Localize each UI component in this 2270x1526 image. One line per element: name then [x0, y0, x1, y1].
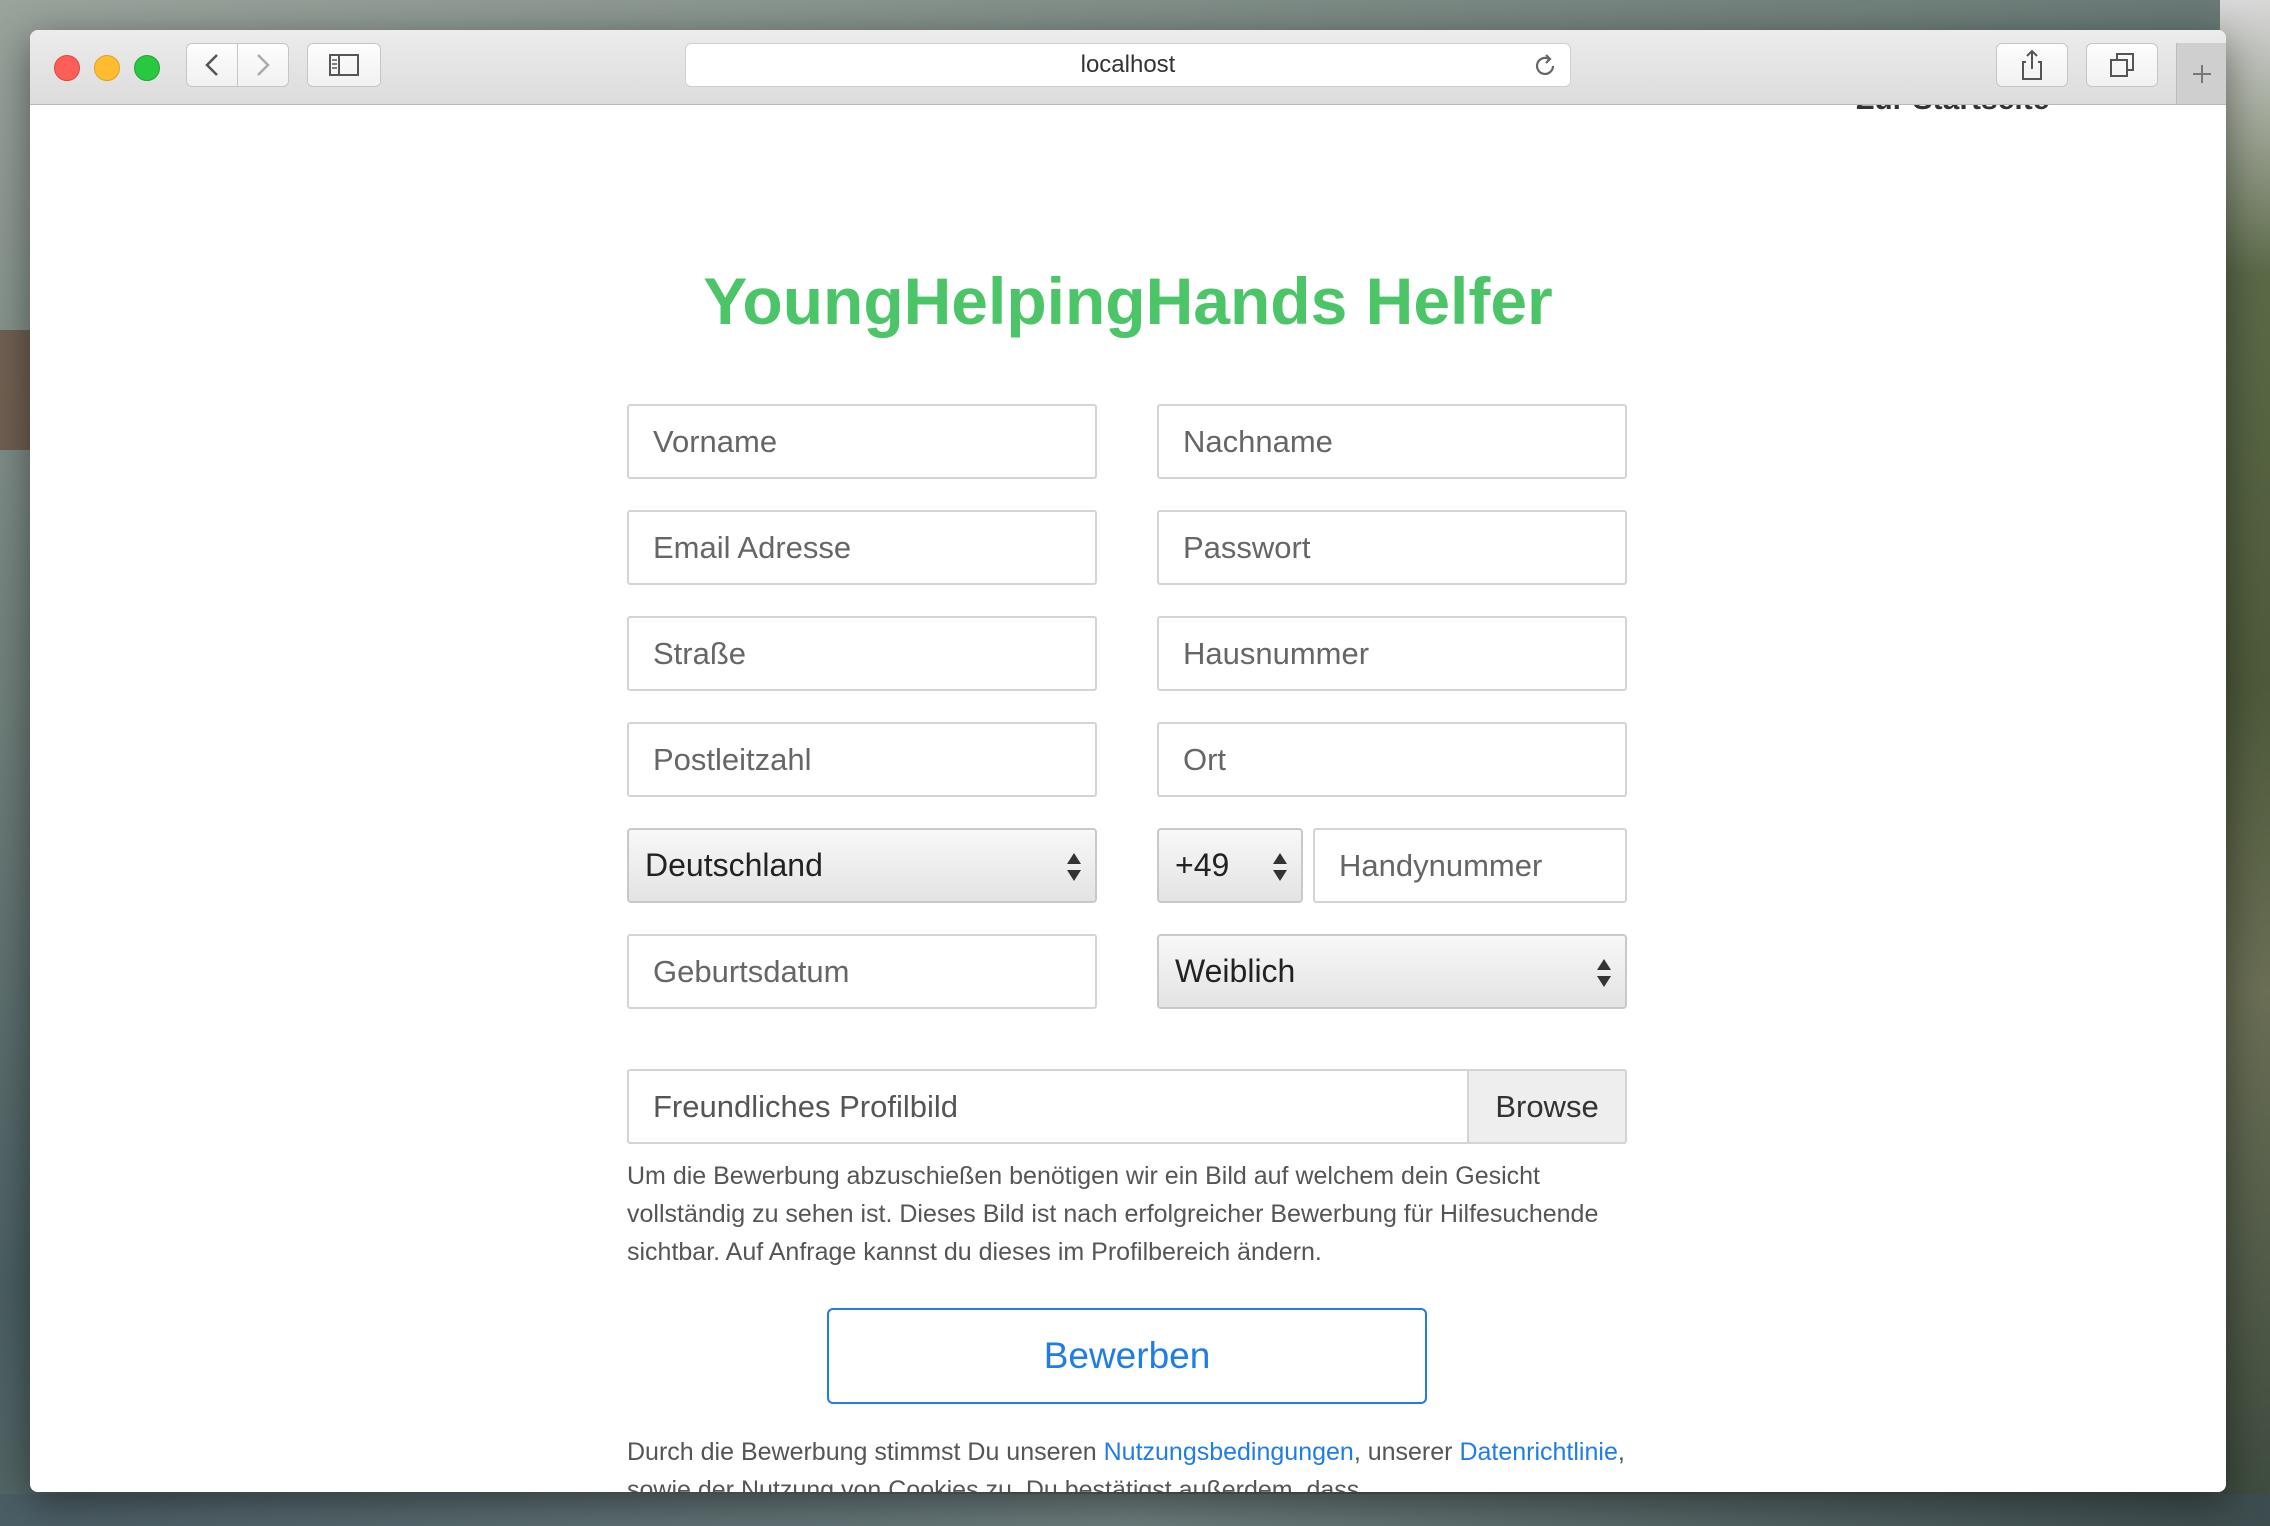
- forward-button[interactable]: [237, 43, 289, 87]
- terms-text-part1: Durch die Bewerbung stimmst Du unseren: [627, 1438, 1104, 1466]
- city-field[interactable]: [1157, 722, 1627, 797]
- back-button[interactable]: [186, 43, 238, 87]
- page-title: YoungHelpingHands Helfer: [703, 264, 1553, 338]
- password-field[interactable]: [1157, 510, 1627, 585]
- browse-button[interactable]: Browse: [1467, 1071, 1625, 1142]
- new-tab-button[interactable]: [2176, 43, 2226, 104]
- gender-select[interactable]: Weiblich: [1157, 934, 1627, 1009]
- select-arrows-icon: [1273, 853, 1287, 881]
- street-field[interactable]: [627, 616, 1097, 691]
- nachname-field[interactable]: [1157, 404, 1627, 479]
- phone-prefix-value: +49: [1175, 847, 1230, 883]
- plus-icon: [2193, 64, 2211, 83]
- profile-picture-upload[interactable]: Freundliches Profilbild Browse: [627, 1069, 1627, 1144]
- apply-button[interactable]: Bewerben: [827, 1308, 1427, 1404]
- sidebar-toggle-button[interactable]: [307, 43, 381, 87]
- address-text: localhost: [1080, 51, 1176, 78]
- country-select-value: Deutschland: [645, 847, 823, 883]
- close-window-button[interactable]: [54, 55, 80, 81]
- postal-code-field[interactable]: [627, 722, 1097, 797]
- sidebar-icon: [329, 54, 359, 76]
- browser-window: localhost Zur St: [30, 30, 2226, 1492]
- terms-text-part2: , unserer: [1353, 1438, 1460, 1466]
- country-select[interactable]: Deutschland: [627, 828, 1097, 903]
- show-tabs-button[interactable]: [2086, 43, 2158, 87]
- browser-toolbar: localhost: [30, 30, 2226, 105]
- page-content: Zur Startseite YoungHelpingHands Helfer …: [30, 105, 2226, 1492]
- email-field[interactable]: [627, 510, 1097, 585]
- forward-icon: [257, 54, 270, 76]
- gender-select-value: Weiblich: [1175, 953, 1296, 989]
- share-icon: [2022, 49, 2042, 80]
- address-bar[interactable]: localhost: [685, 43, 1571, 87]
- vorname-field[interactable]: [627, 404, 1097, 479]
- select-arrows-icon: [1067, 853, 1081, 881]
- back-icon: [205, 54, 218, 76]
- share-button[interactable]: [1996, 43, 2068, 87]
- house-number-field[interactable]: [1157, 616, 1627, 691]
- profile-picture-help: Um die Bewerbung abzuschießen benötigen …: [627, 1162, 1599, 1266]
- select-arrows-icon: [1597, 959, 1611, 987]
- terms-text: Durch die Bewerbung stimmst Du unseren N…: [627, 1433, 1637, 1492]
- mobile-number-field[interactable]: [1313, 828, 1627, 903]
- tabs-icon: [2110, 53, 2134, 77]
- desktop-background: [0, 330, 30, 450]
- profile-picture-label: Freundliches Profilbild: [653, 1089, 958, 1124]
- minimize-window-button[interactable]: [94, 55, 120, 81]
- desktop-background-trees: [2220, 0, 2270, 1526]
- reload-icon[interactable]: [1532, 53, 1558, 79]
- desktop-background-water: [0, 1494, 2270, 1526]
- terms-of-use-link[interactable]: Nutzungsbedingungen: [1104, 1438, 1354, 1466]
- phone-prefix-select[interactable]: +49: [1157, 828, 1303, 903]
- privacy-policy-link[interactable]: Datenrichtlinie: [1459, 1438, 1617, 1466]
- birthdate-field[interactable]: [627, 934, 1097, 1009]
- maximize-window-button[interactable]: [134, 55, 160, 81]
- start-page-link[interactable]: Zur Startseite: [1856, 105, 2049, 117]
